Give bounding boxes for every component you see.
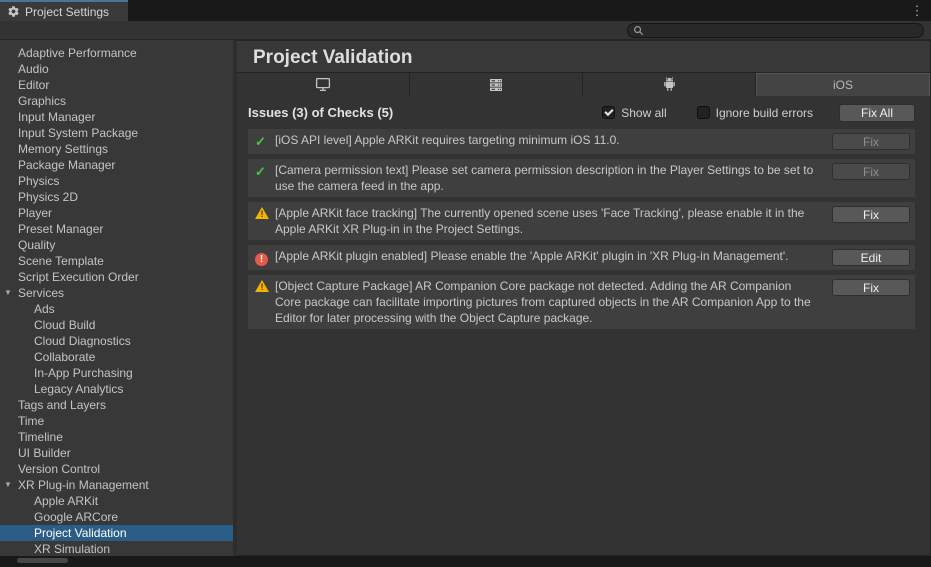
titlebar: Project Settings ⋮: [0, 0, 931, 21]
issue-row-plugin-enabled: ! [Apple ARKit plugin enabled] Please en…: [248, 245, 915, 270]
issue-status-cell: !: [255, 248, 275, 267]
issue-text: [Camera permission text] Please set came…: [275, 162, 832, 194]
fix-all-button[interactable]: Fix All: [839, 104, 915, 122]
kebab-menu-icon[interactable]: ⋮: [903, 0, 931, 21]
issues-header: Issues (3) of Checks (5) Show all Ignore…: [237, 96, 930, 129]
warning-icon: !: [255, 207, 269, 219]
sidebar-item-xr-simulation[interactable]: XR Simulation: [0, 541, 233, 556]
issue-row-ios-api-level: ✓ [iOS API level] Apple ARKit requires t…: [248, 129, 915, 154]
sidebar-item-label: XR Plug-in Management: [18, 478, 149, 492]
show-all-label: Show all: [621, 106, 666, 120]
ignore-build-errors-label: Ignore build errors: [716, 106, 813, 120]
sidebar-item-physics-2d[interactable]: Physics 2D: [0, 189, 233, 205]
sidebar-item-cloud-diagnostics[interactable]: Cloud Diagnostics: [0, 333, 233, 349]
issues-title: Issues (3) of Checks (5): [248, 105, 602, 120]
desktop-monitor-icon: [315, 77, 331, 92]
sidebar-item-physics[interactable]: Physics: [0, 173, 233, 189]
settings-sidebar: Adaptive Performance Audio Editor Graphi…: [0, 40, 233, 556]
issue-status-cell: !: [255, 278, 275, 297]
sidebar-item-google-arcore[interactable]: Google ARCore: [0, 509, 233, 525]
fix-button[interactable]: Fix: [832, 133, 910, 150]
warning-icon: !: [255, 280, 269, 292]
sidebar-item-in-app-purchasing[interactable]: In-App Purchasing: [0, 365, 233, 381]
sidebar-item-apple-arkit[interactable]: Apple ARKit: [0, 493, 233, 509]
sidebar-item-graphics[interactable]: Graphics: [0, 93, 233, 109]
foldout-open-icon[interactable]: ▼: [4, 285, 12, 301]
sidebar-item-ui-builder[interactable]: UI Builder: [0, 445, 233, 461]
sidebar-item-services[interactable]: ▼ Services: [0, 285, 233, 301]
sidebar-item-audio[interactable]: Audio: [0, 61, 233, 77]
horizontal-scrollbar-thumb[interactable]: [17, 558, 68, 563]
sidebar-item-ads[interactable]: Ads: [0, 301, 233, 317]
dedicated-server-icon: [488, 78, 504, 92]
sidebar-item-input-system-package[interactable]: Input System Package: [0, 125, 233, 141]
sidebar-item-xr-plug-in-management[interactable]: ▼ XR Plug-in Management: [0, 477, 233, 493]
tab-platform-android[interactable]: [583, 73, 755, 96]
search-icon: [633, 25, 644, 36]
sidebar-item-player[interactable]: Player: [0, 205, 233, 221]
sidebar-item-label: Services: [18, 286, 64, 300]
titlebar-spacer: [128, 0, 903, 21]
issue-text: [Object Capture Package] AR Companion Co…: [275, 278, 832, 326]
tab-project-settings[interactable]: Project Settings: [0, 0, 128, 21]
platform-tab-bar: iOS: [237, 72, 930, 96]
sidebar-item-package-manager[interactable]: Package Manager: [0, 157, 233, 173]
fix-button[interactable]: Fix: [832, 163, 910, 180]
sidebar-item-tags-and-layers[interactable]: Tags and Layers: [0, 397, 233, 413]
issue-text: [Apple ARKit plugin enabled] Please enab…: [275, 248, 832, 264]
fix-button[interactable]: Fix: [832, 206, 910, 223]
sidebar-item-time[interactable]: Time: [0, 413, 233, 429]
show-all-control: Show all: [602, 106, 666, 120]
validation-content: Issues (3) of Checks (5) Show all Ignore…: [237, 96, 930, 555]
search-field[interactable]: [627, 23, 924, 38]
sidebar-item-script-execution-order[interactable]: Script Execution Order: [0, 269, 233, 285]
search-input[interactable]: [647, 24, 918, 36]
edit-button[interactable]: Edit: [832, 249, 910, 266]
issue-text: [Apple ARKit face tracking] The currentl…: [275, 205, 832, 237]
sidebar-item-cloud-build[interactable]: Cloud Build: [0, 317, 233, 333]
tab-platform-desktop[interactable]: [237, 73, 409, 96]
bottom-strip: [0, 556, 931, 567]
main-panel: Project Validation iOS Issues (3) of Che…: [237, 40, 931, 556]
ignore-build-errors-control: Ignore build errors: [697, 106, 813, 120]
sidebar-item-project-validation[interactable]: Project Validation: [0, 525, 233, 541]
page-title: Project Validation: [237, 41, 930, 72]
ignore-build-errors-checkbox[interactable]: [697, 106, 710, 119]
android-icon: [662, 77, 677, 92]
sidebar-item-version-control[interactable]: Version Control: [0, 461, 233, 477]
sidebar-item-collaborate[interactable]: Collaborate: [0, 349, 233, 365]
sidebar-item-quality[interactable]: Quality: [0, 237, 233, 253]
issue-row-face-tracking: ! [Apple ARKit face tracking] The curren…: [248, 202, 915, 240]
show-all-checkbox[interactable]: [602, 106, 615, 119]
issue-row-object-capture: ! [Object Capture Package] AR Companion …: [248, 275, 915, 329]
fix-button[interactable]: Fix: [832, 279, 910, 296]
tab-platform-dedicated-server[interactable]: [410, 73, 582, 96]
sidebar-item-input-manager[interactable]: Input Manager: [0, 109, 233, 125]
sidebar-item-legacy-analytics[interactable]: Legacy Analytics: [0, 381, 233, 397]
issue-status-cell: ✓: [255, 132, 275, 151]
issue-status-cell: !: [255, 205, 275, 224]
success-check-icon: ✓: [255, 134, 266, 149]
sidebar-item-memory-settings[interactable]: Memory Settings: [0, 141, 233, 157]
sidebar-item-scene-template[interactable]: Scene Template: [0, 253, 233, 269]
error-icon: !: [255, 253, 268, 266]
sidebar-item-adaptive-performance[interactable]: Adaptive Performance: [0, 45, 233, 61]
sidebar-item-preset-manager[interactable]: Preset Manager: [0, 221, 233, 237]
body: Adaptive Performance Audio Editor Graphi…: [0, 40, 931, 556]
toolbar: [0, 21, 931, 40]
sidebar-item-timeline[interactable]: Timeline: [0, 429, 233, 445]
project-settings-window: Project Settings ⋮ Adaptive Performance …: [0, 0, 931, 567]
issue-status-cell: ✓: [255, 162, 275, 181]
gear-icon: [7, 5, 20, 18]
foldout-open-icon[interactable]: ▼: [4, 477, 12, 493]
sidebar-item-editor[interactable]: Editor: [0, 77, 233, 93]
issue-row-camera-permission: ✓ [Camera permission text] Please set ca…: [248, 159, 915, 197]
tab-platform-ios[interactable]: iOS: [756, 73, 930, 96]
window-tab-title: Project Settings: [25, 5, 109, 19]
issue-text: [iOS API level] Apple ARKit requires tar…: [275, 132, 832, 148]
issues-list: ✓ [iOS API level] Apple ARKit requires t…: [248, 129, 915, 329]
success-check-icon: ✓: [255, 164, 266, 179]
